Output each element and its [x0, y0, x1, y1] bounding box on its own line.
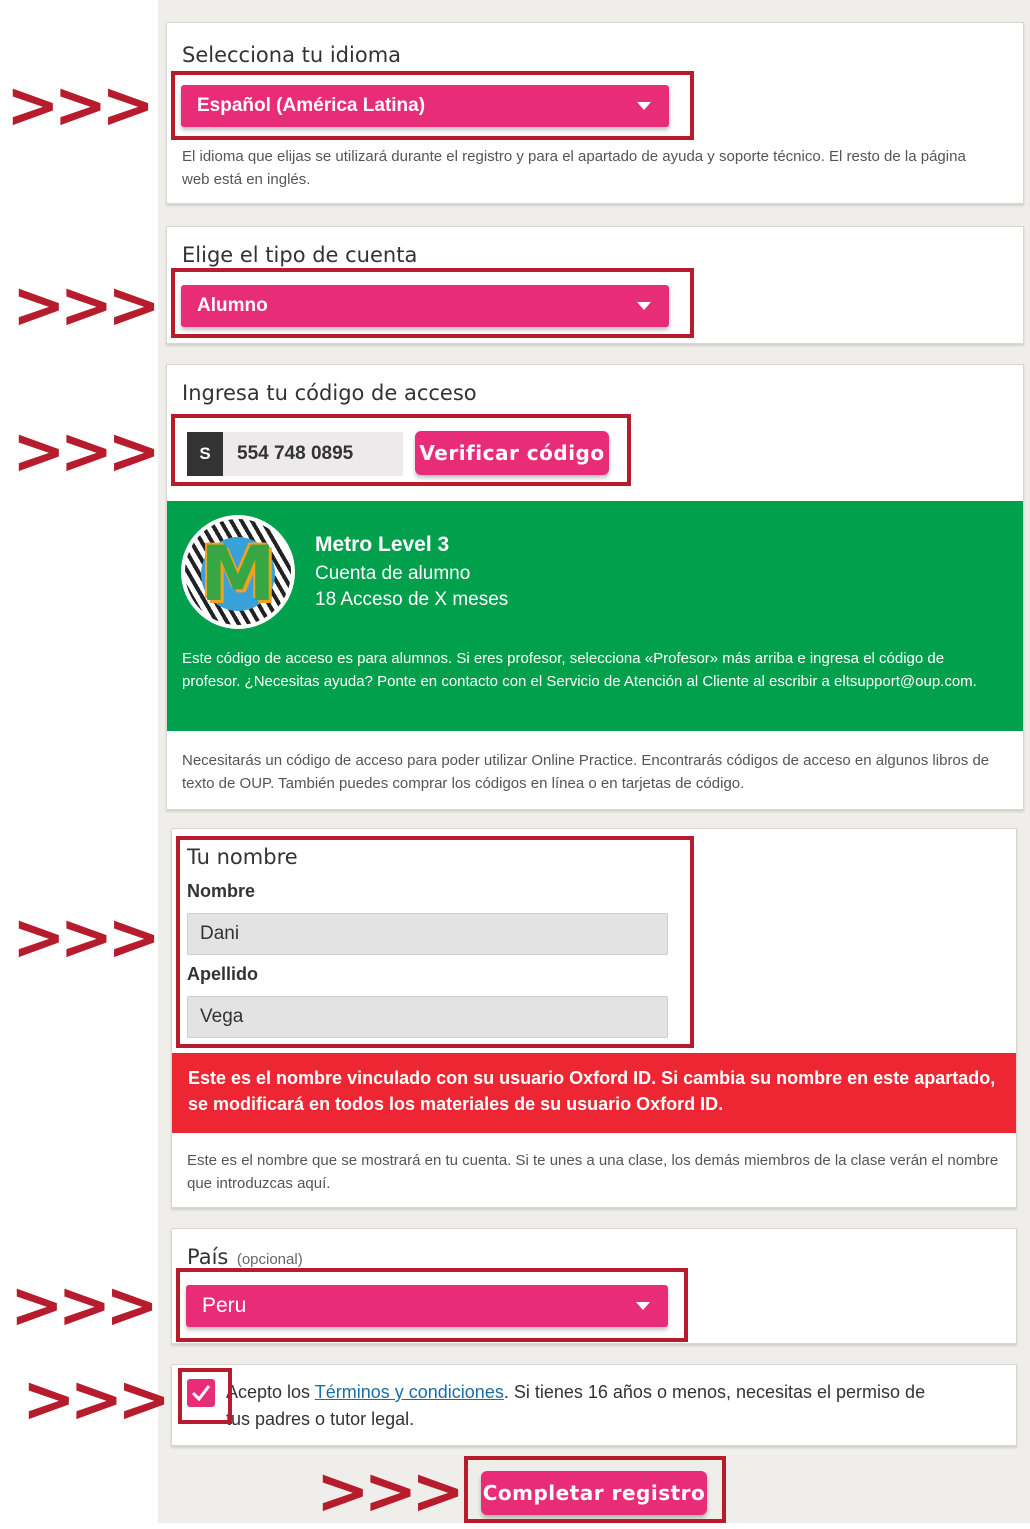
country-label: País	[187, 1245, 229, 1269]
name-helper: Este es el nombre que se mostrará en tu …	[187, 1152, 999, 1192]
product-account-type: Cuenta de alumno	[315, 563, 471, 584]
highlight-box-access-code	[171, 414, 631, 486]
product-notice: Este código de acceso es para alumnos. S…	[182, 650, 977, 690]
arrow-marker-access-code: >>>	[12, 415, 161, 489]
product-logo-letter: M	[200, 529, 276, 618]
arrow-marker-submit: >>>	[316, 1455, 465, 1529]
product-info-panel: M Metro Level 3 Cuenta de alumno 18 Acce…	[167, 501, 1023, 731]
highlight-box-submit	[464, 1456, 726, 1523]
access-code-helper: Necesitarás un código de acceso para pod…	[182, 752, 990, 792]
name-warning-banner: Este es el nombre vinculado con su usuar…	[172, 1053, 1016, 1133]
arrow-marker-terms: >>>	[22, 1363, 171, 1437]
arrow-marker-language: >>>	[6, 69, 155, 143]
country-optional-label: (opcional)	[236, 1251, 303, 1268]
account-type-heading: Elige el tipo de cuenta	[182, 243, 418, 267]
arrow-marker-country: >>>	[10, 1269, 159, 1343]
highlight-box-terms	[178, 1368, 232, 1424]
highlight-box-country	[176, 1268, 688, 1342]
arrow-marker-account-type: >>>	[12, 269, 161, 343]
access-code-heading: Ingresa tu código de acceso	[182, 381, 477, 405]
language-heading: Selecciona tu idioma	[182, 43, 402, 67]
language-helper: El idioma que elijas se utilizará durant…	[182, 148, 966, 188]
terms-text: Acepto los Términos y condiciones. Si ti…	[226, 1379, 926, 1433]
arrow-marker-name: >>>	[12, 901, 161, 975]
product-title: Metro Level 3	[315, 533, 450, 556]
country-heading: País (opcional)	[187, 1245, 303, 1269]
highlight-box-account-type	[171, 268, 694, 338]
product-logo: M	[181, 515, 295, 629]
terms-text-before: Acepto los	[226, 1382, 311, 1402]
terms-card: Acepto los Términos y condiciones. Si ti…	[171, 1364, 1017, 1446]
product-duration: 18 Acceso de X meses	[315, 589, 509, 610]
highlight-box-name	[176, 836, 694, 1048]
highlight-box-language	[171, 71, 694, 140]
terms-link[interactable]: Términos y condiciones	[315, 1382, 504, 1402]
